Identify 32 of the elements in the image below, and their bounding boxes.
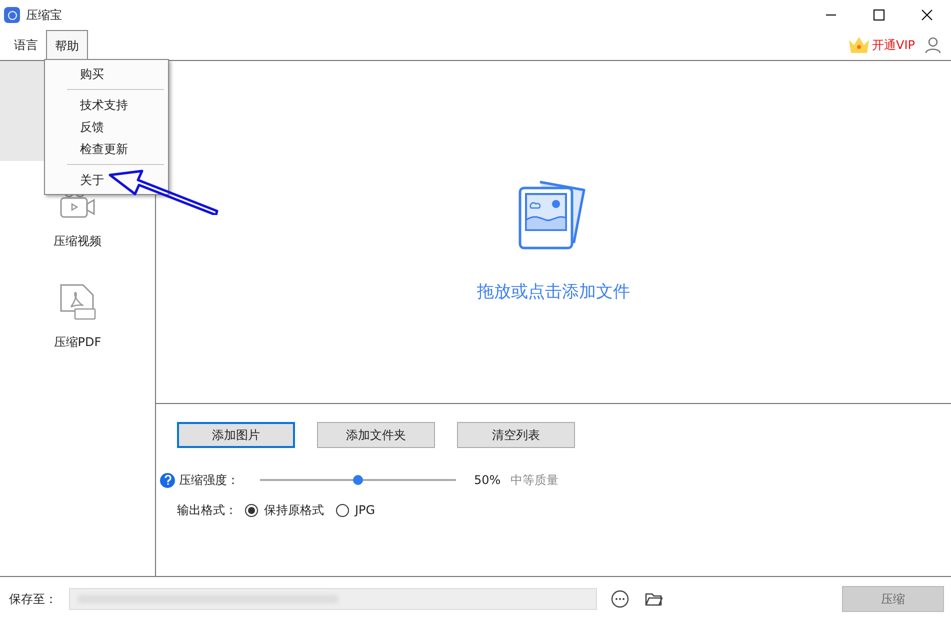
radio-button[interactable] — [245, 504, 258, 516]
maximize-icon[interactable] — [873, 9, 885, 21]
radio-label: JPG — [355, 502, 376, 519]
sidebar-item[interactable]: 压缩PDF — [0, 261, 155, 361]
sidebar-label: 压缩PDF — [54, 334, 102, 351]
action-button[interactable]: 添加图片 — [177, 422, 295, 448]
compression-label: 压缩强度： — [179, 472, 240, 489]
more-icon[interactable] — [611, 590, 629, 608]
vip-link[interactable]: 开通VIP — [872, 36, 915, 54]
slider-thumb[interactable] — [353, 475, 363, 485]
user-icon[interactable] — [925, 36, 941, 54]
window-title: 压缩宝 — [26, 7, 62, 24]
sidebar-label: 压缩视频 — [54, 233, 102, 250]
help-icon[interactable] — [160, 472, 175, 488]
pdf-file-icon — [58, 283, 96, 321]
quality-label: 中等质量 — [510, 472, 559, 489]
path-field[interactable] — [69, 588, 597, 610]
close-icon[interactable] — [921, 9, 933, 21]
action-button[interactable]: 清空列表 — [457, 422, 575, 448]
menu-item[interactable]: 帮助 — [46, 30, 88, 60]
app-logo-icon — [4, 7, 20, 23]
save-to-label: 保存至： — [9, 591, 58, 608]
action-button[interactable]: 添加文件夹 — [317, 422, 435, 448]
folder-icon[interactable] — [645, 591, 663, 607]
compress-button[interactable]: 压缩 — [842, 586, 944, 612]
drop-hint[interactable]: 拖放或点击添加文件 — [477, 280, 630, 306]
menu-item[interactable]: 语言 — [6, 30, 46, 60]
format-label: 输出格式： — [177, 502, 238, 519]
crown-icon — [848, 36, 870, 54]
radio-label: 保持原格式 — [264, 502, 324, 519]
radio-button[interactable] — [336, 504, 349, 516]
slider-reading: 50% — [474, 472, 501, 489]
